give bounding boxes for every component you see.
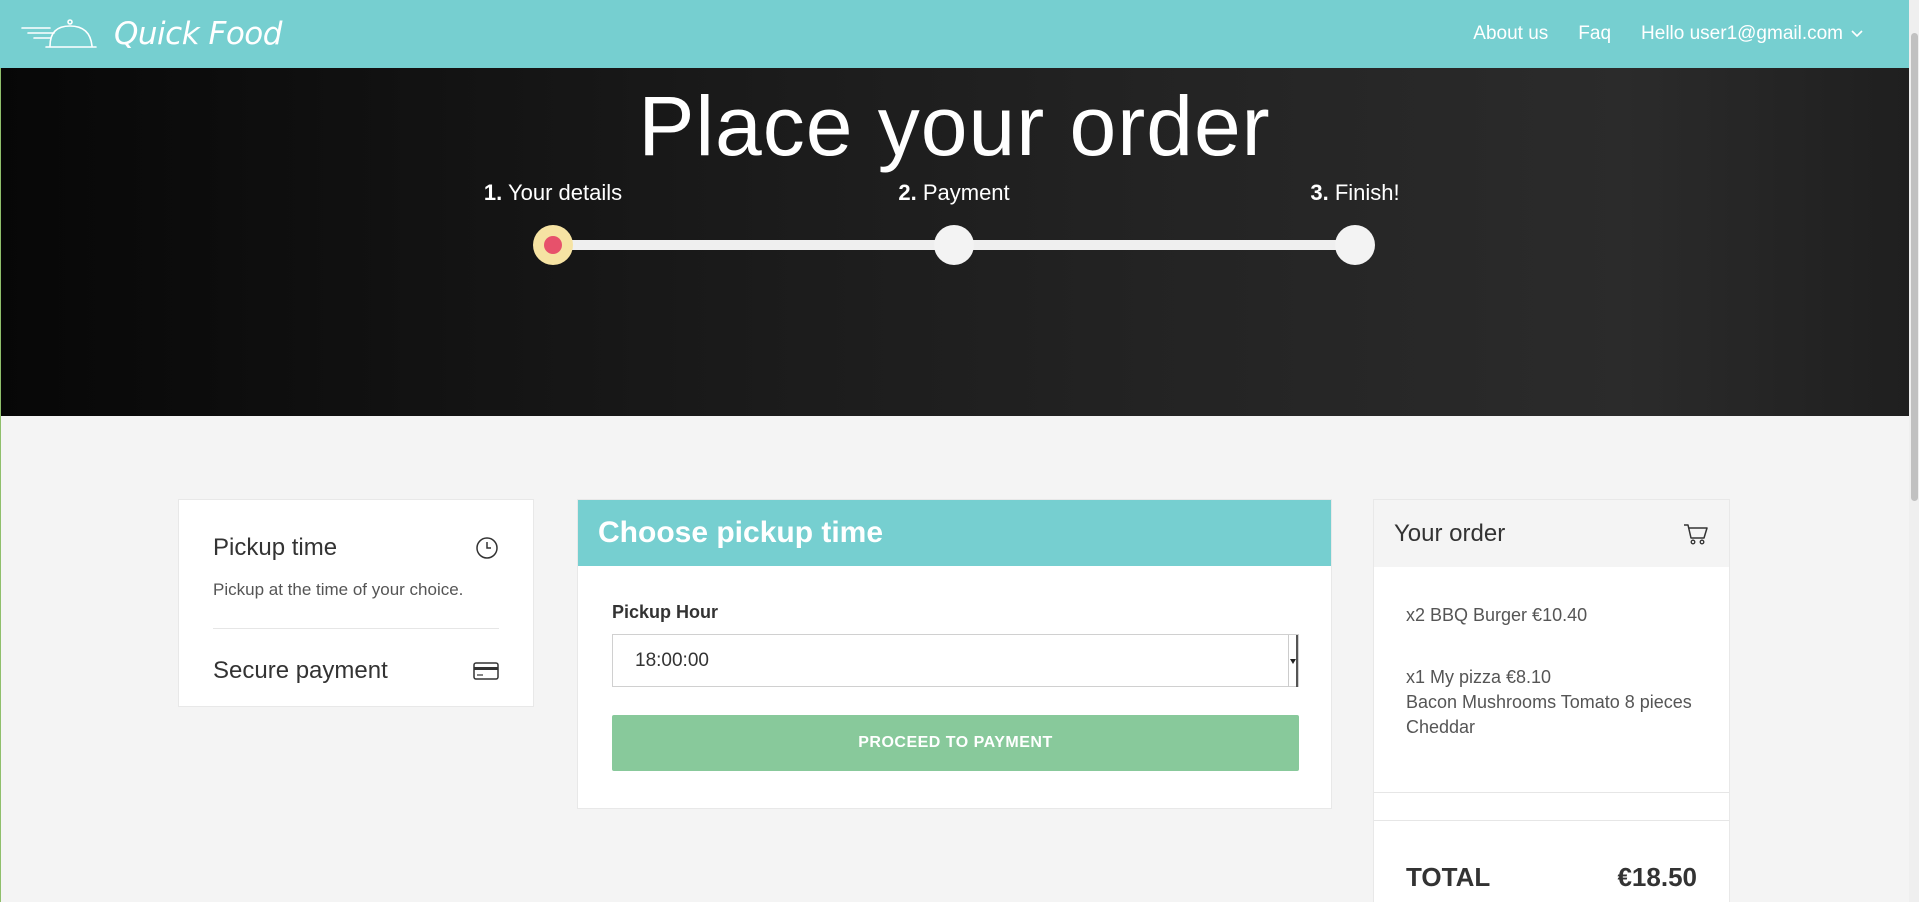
scrollbar-thumb[interactable]	[1911, 33, 1918, 501]
hero-banner: Place your order 1. Your details 2. Paym…	[0, 68, 1909, 416]
order-summary: Your order x2 BBQ Burger €10.40 x1 My pi…	[1373, 499, 1730, 902]
order-total: TOTAL €18.50	[1406, 862, 1697, 893]
brand-name: Quick Food	[114, 16, 282, 52]
step-3-number: 3.	[1310, 180, 1329, 205]
secure-payment-title: Secure payment	[213, 657, 388, 684]
navbar: Quick Food About us Faq Hello user1@gmai…	[0, 0, 1909, 68]
cart-icon	[1684, 523, 1708, 544]
step-2-number: 2.	[898, 180, 917, 205]
divider	[213, 628, 499, 629]
step-2-text: Payment	[922, 180, 1010, 205]
clock-icon	[476, 537, 498, 559]
nav-faq-link[interactable]: Faq	[1578, 23, 1611, 45]
page-title: Place your order	[638, 79, 1271, 173]
step-1-number: 1.	[483, 180, 503, 205]
cloche-logo-icon	[21, 19, 97, 48]
pickup-hour-select[interactable]: 18:00:00	[612, 634, 1299, 687]
proceed-to-payment-button[interactable]: PROCEED TO PAYMENT	[612, 715, 1299, 771]
order-item-extras: Bacon Mushrooms Tomato 8 pieces Cheddar	[1406, 692, 1692, 737]
order-item: x2 BBQ Burger €10.40	[1406, 603, 1697, 628]
page-edge	[0, 68, 1, 902]
order-title: Your order	[1394, 519, 1506, 547]
order-item-line: x2 BBQ Burger €10.40	[1406, 605, 1588, 625]
info-box: Pickup time Pickup at the time of your c…	[178, 499, 534, 707]
nav-about-link[interactable]: About us	[1473, 23, 1548, 45]
order-header: Your order	[1374, 500, 1729, 567]
order-item: x1 My pizza €8.10 Bacon Mushrooms Tomato…	[1406, 665, 1697, 740]
secure-payment-row: Secure payment	[213, 657, 499, 685]
pickup-hour-value: 18:00:00	[635, 649, 709, 671]
pickup-time-row: Pickup time	[213, 534, 499, 562]
pickup-time-title: Pickup time	[213, 534, 338, 561]
form-header: Choose pickup time	[578, 500, 1331, 566]
user-menu[interactable]: Hello user1@gmail.com	[1641, 23, 1863, 45]
divider	[1374, 792, 1729, 793]
brand[interactable]: Quick Food	[20, 14, 282, 54]
pickup-time-text: Pickup at the time of your choice.	[213, 580, 464, 599]
order-item-line: x1 My pizza €8.10	[1406, 667, 1552, 687]
total-label: TOTAL	[1406, 862, 1491, 892]
nav-links: About us Faq Hello user1@gmail.com	[1473, 23, 1863, 45]
pickup-hour-label: Pickup Hour	[612, 602, 719, 622]
order-items: x2 BBQ Burger €10.40 x1 My pizza €8.10 B…	[1374, 567, 1729, 740]
step-2-label: 2. Payment	[898, 180, 1009, 206]
step-1-dot	[533, 225, 573, 265]
step-3-text: Finish!	[1334, 180, 1400, 205]
credit-card-icon	[473, 662, 499, 680]
dropdown-arrow-icon[interactable]	[1288, 634, 1298, 687]
chevron-down-icon	[1851, 30, 1863, 38]
step-2-dot	[934, 225, 974, 265]
step-1-text: Your details	[507, 180, 623, 205]
total-value: €18.50	[1617, 862, 1697, 892]
step-3-dot	[1335, 225, 1375, 265]
step-1-label: 1. Your details	[484, 180, 622, 206]
form-body: Pickup Hour 18:00:00 PROCEED TO PAYMENT	[578, 566, 1331, 771]
divider	[1374, 820, 1729, 821]
step-3-label: 3. Finish!	[1310, 180, 1399, 206]
user-greeting: Hello user1@gmail.com	[1641, 23, 1843, 44]
pickup-form: Choose pickup time Pickup Hour 18:00:00 …	[577, 499, 1332, 809]
